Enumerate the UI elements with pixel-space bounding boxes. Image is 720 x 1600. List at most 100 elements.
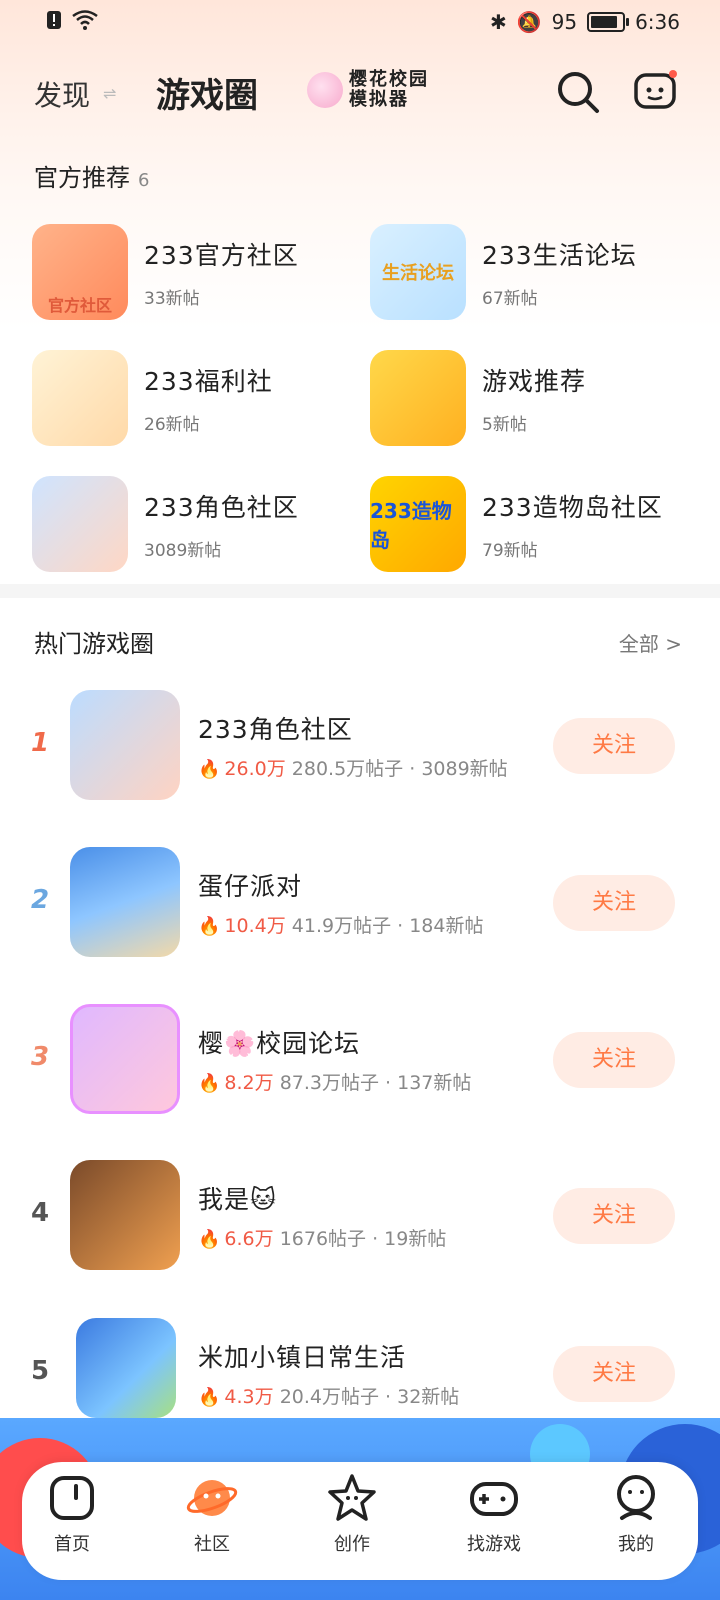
official-item[interactable]: 官方社区 233官方社区 33新帖 — [32, 224, 352, 320]
gamepad-icon — [470, 1482, 518, 1516]
alert-icon — [47, 11, 61, 29]
tab-game-circle[interactable]: 游戏圈 — [156, 68, 260, 117]
official-item[interactable]: 游戏推荐 5新帖 — [370, 350, 690, 446]
follow-button[interactable]: 关注 — [553, 875, 675, 931]
official-item-name: 233福利社 — [144, 366, 273, 396]
tab-label: 首页 — [54, 1534, 90, 1555]
game-name: 233角色社区 — [198, 715, 353, 744]
top-header: 发现 ⇌ 游戏圈 樱花校园模拟器 — [0, 56, 720, 132]
flame-icon: 🔥 — [198, 1387, 221, 1408]
official-item-sub: 26新帖 — [144, 414, 200, 435]
game-stats: 🔥 8.2万 87.3万帖子 · 137新帖 — [198, 1068, 471, 1095]
sakura-shortcut[interactable]: 樱花校园模拟器 — [307, 70, 431, 110]
bottom-tab-bar: 首页 社区 创作 找游戏 我的 — [22, 1462, 698, 1580]
tab-game-circle-label: 游戏圈 — [156, 76, 258, 116]
official-community-icon: 官方社区 — [32, 224, 128, 320]
tab-label: 找游戏 — [467, 1534, 521, 1555]
official-item-sub: 79新帖 — [482, 540, 538, 561]
sakura-icon — [307, 72, 343, 108]
posts-count: 280.5万帖子 — [291, 758, 404, 780]
tab-label: 创作 — [334, 1534, 370, 1555]
flame-icon: 🔥 — [198, 916, 221, 937]
rank-number: 2 — [30, 885, 50, 915]
official-item-sub: 3089新帖 — [144, 540, 222, 561]
tab-profile[interactable]: 我的 — [586, 1472, 686, 1556]
official-item-sub: 33新帖 — [144, 288, 200, 309]
hot-row[interactable]: 3 樱🌸校园论坛 🔥 8.2万 87.3万帖子 · 137新帖 关注 — [0, 1004, 720, 1114]
tab-home[interactable]: 首页 — [22, 1472, 122, 1556]
wifi-icon — [72, 10, 98, 30]
official-item-name: 游戏推荐 — [482, 366, 587, 396]
tab-community[interactable]: 社区 — [162, 1472, 262, 1556]
flame-icon: 🔥 — [198, 759, 221, 780]
follow-button[interactable]: 关注 — [553, 1188, 675, 1244]
rank-number: 3 — [30, 1042, 50, 1072]
official-item[interactable]: 233福利社 26新帖 — [32, 350, 352, 446]
heat-value: 8.2万 — [224, 1072, 274, 1094]
official-item-name: 233造物岛社区 — [482, 492, 663, 522]
planet-icon — [186, 1480, 238, 1516]
game-name: 樱🌸校园论坛 — [198, 1029, 361, 1058]
official-item[interactable]: 233造物岛 233造物岛社区 79新帖 — [370, 476, 690, 572]
follow-button[interactable]: 关注 — [553, 718, 675, 774]
clock: 6:36 — [635, 10, 680, 34]
tab-create[interactable]: 创作 — [302, 1472, 402, 1556]
search-icon[interactable] — [556, 70, 600, 114]
game-stats: 🔥 6.6万 1676帖子 · 19新帖 — [198, 1224, 446, 1251]
game-name: 我是🐱 — [198, 1185, 278, 1214]
heat-value: 10.4万 — [224, 915, 286, 937]
official-item[interactable]: 233角色社区 3089新帖 — [32, 476, 352, 572]
game-stats: 🔥 26.0万 280.5万帖子 · 3089新帖 — [198, 754, 508, 781]
heat-value: 6.6万 — [224, 1228, 274, 1250]
battery-percent: 95 — [551, 10, 578, 34]
flame-icon: 🔥 — [198, 1073, 221, 1094]
game-icon — [70, 1004, 180, 1114]
hot-row[interactable]: 5 米加小镇日常生活 🔥 4.3万 20.4万帖子 · 32新帖 关注 — [0, 1318, 720, 1428]
new-posts: · 137新帖 — [385, 1072, 472, 1094]
game-icon — [70, 847, 180, 957]
official-item-name: 233角色社区 — [144, 492, 299, 522]
game-stats: 🔥 4.3万 20.4万帖子 · 32新帖 — [198, 1382, 459, 1409]
rank-number: 4 — [30, 1198, 50, 1228]
profile-icon — [617, 1475, 655, 1520]
hot-section-title: 热门游戏圈 — [34, 630, 154, 658]
game-stats: 🔥 10.4万 41.9万帖子 · 184新帖 — [198, 911, 484, 938]
game-name: 蛋仔派对 — [198, 872, 303, 901]
mute-icon: 🔕 — [516, 10, 542, 34]
view-all-link[interactable]: 全部 > — [619, 628, 682, 657]
tab-find-games[interactable]: 找游戏 — [444, 1472, 544, 1556]
game-icon — [70, 690, 180, 800]
star-icon — [328, 1474, 376, 1521]
posts-count: 1676帖子 — [279, 1228, 367, 1250]
swap-icon: ⇌ — [103, 84, 117, 103]
section-divider — [0, 584, 720, 598]
tab-label: 社区 — [194, 1534, 230, 1555]
new-posts: · 3089新帖 — [409, 758, 508, 780]
bluetooth-icon: ✱ — [489, 10, 507, 34]
hot-row[interactable]: 2 蛋仔派对 🔥 10.4万 41.9万帖子 · 184新帖 关注 — [0, 847, 720, 957]
hot-row[interactable]: 1 233角色社区 🔥 26.0万 280.5万帖子 · 3089新帖 关注 — [0, 690, 720, 800]
flame-icon: 🔥 — [198, 1229, 221, 1250]
follow-button[interactable]: 关注 — [553, 1346, 675, 1402]
welfare-icon — [32, 350, 128, 446]
message-icon[interactable] — [634, 70, 678, 114]
heat-value: 26.0万 — [224, 758, 286, 780]
hot-row[interactable]: 4 我是🐱 🔥 6.6万 1676帖子 · 19新帖 关注 — [0, 1160, 720, 1270]
tab-find[interactable]: 发现 — [34, 74, 90, 114]
heat-value: 4.3万 — [224, 1386, 274, 1408]
official-title: 官方推荐 — [34, 164, 130, 192]
sakura-title: 樱花校园模拟器 — [349, 69, 429, 110]
new-posts: · 19新帖 — [372, 1228, 447, 1250]
official-item-name: 233生活论坛 — [482, 240, 637, 270]
official-item-sub: 67新帖 — [482, 288, 538, 309]
game-icon — [76, 1318, 176, 1418]
official-count: 6 — [138, 170, 150, 191]
posts-count: 20.4万帖子 — [279, 1386, 379, 1408]
battery-icon — [587, 12, 630, 32]
role-community-icon — [32, 476, 128, 572]
follow-button[interactable]: 关注 — [553, 1032, 675, 1088]
posts-count: 87.3万帖子 — [279, 1072, 379, 1094]
official-item-sub: 5新帖 — [482, 414, 527, 435]
official-item-name: 233官方社区 — [144, 240, 299, 270]
official-item[interactable]: 生活论坛 233生活论坛 67新帖 — [370, 224, 690, 320]
